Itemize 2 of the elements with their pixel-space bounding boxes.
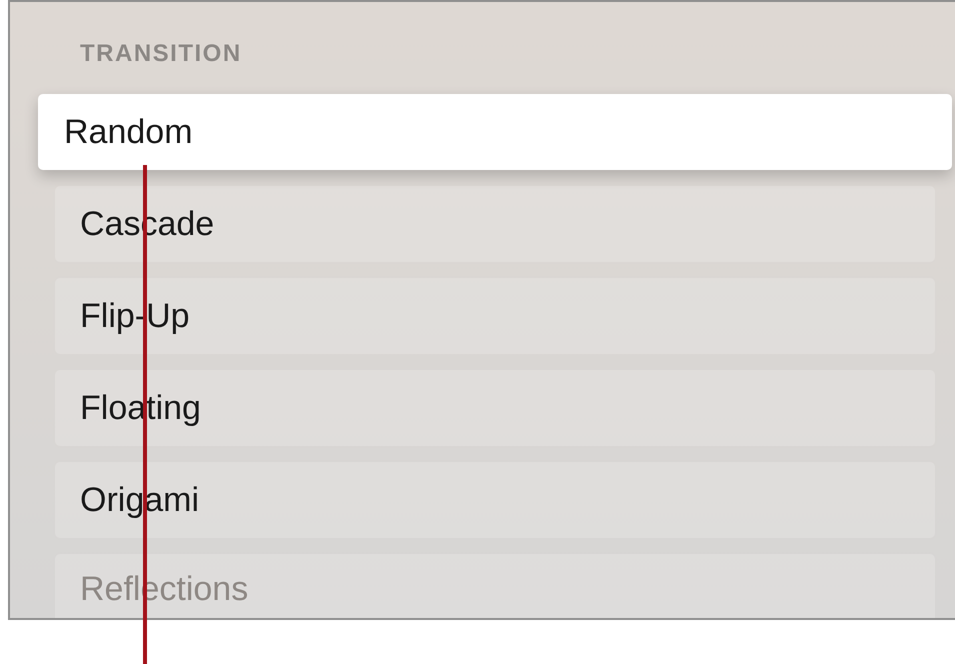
section-title: TRANSITION <box>80 40 243 69</box>
list-item[interactable]: Random <box>38 94 952 170</box>
